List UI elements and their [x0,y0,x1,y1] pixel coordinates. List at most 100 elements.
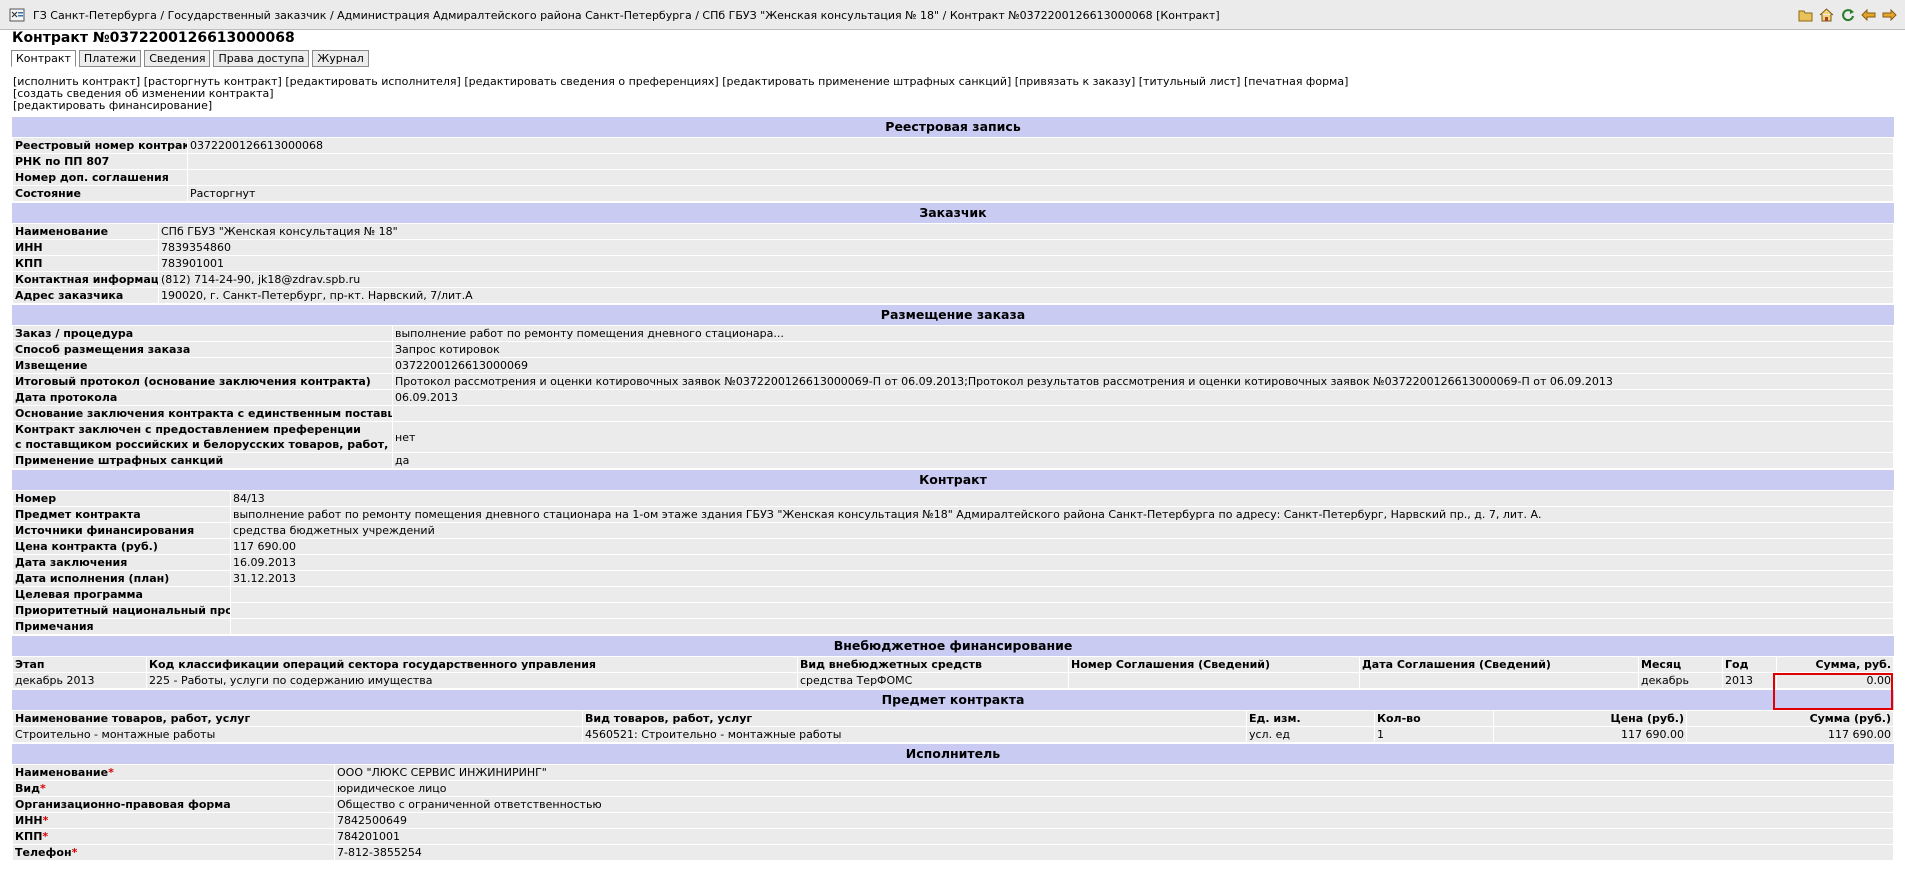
customer-contact-value: (812) 714-24-90, jk18@zdrav.spb.ru [158,271,1894,288]
customer-table: Наименование СПб ГБУЗ "Женская консультац… [12,223,1894,304]
stage-cell: декабрь 2013 [12,672,147,689]
field-label: Состояние [12,185,188,202]
executor-type-value: юридическое лицо [334,780,1894,797]
field-label: Извещение [12,357,393,374]
table-row: Дата протокола 06.09.2013 [12,389,1894,406]
required-mark: * [42,814,49,827]
column-header: Код классификации операций сектора госуд… [146,656,798,673]
tab-info[interactable]: Сведения [144,50,211,67]
column-header: Сумма (руб.) [1686,710,1894,727]
field-label: Контракт заключен с предоставлением преф… [12,421,393,453]
column-header: Вид товаров, работ, услуг [582,710,1247,727]
table-row: ИНН* 7842500649 [12,812,1894,829]
field-label: Дата заключения [12,554,231,571]
executor-name-label: Наименование [15,766,109,779]
target-program-value [230,586,1894,603]
toolbar [1796,6,1899,24]
customer-kpp-value: 783901001 [158,255,1894,272]
field-label: Реестровый номер контракта [12,137,188,154]
column-header: Номер Соглашения (Сведений) [1068,656,1360,673]
single-supplier-basis-value [392,405,1894,422]
field-label: РНК по ПП 807 [12,153,188,170]
tab-access-rights[interactable]: Права доступа [213,50,310,67]
link-to-order-link[interactable]: [привязать к заказу] [1015,75,1135,88]
field-label: Источники финансирования [12,522,231,539]
table-row: Контактная информация (812) 714-24-90, jk… [12,271,1894,288]
field-label: Основание заключения контракта с единств… [12,405,393,422]
field-label: Номер доп. соглашения [12,169,188,186]
table-row: Примечания [12,618,1894,635]
table-row: Применение штрафных санкций да [12,452,1894,469]
table-row: Целевая программа [12,586,1894,603]
field-label: Целевая программа [12,586,231,603]
back-icon[interactable] [1859,6,1878,24]
unit-cell: усл. ед [1246,726,1375,743]
notes-value [230,618,1894,635]
table-row: Строительно - монтажные работы 4560521: … [12,726,1894,743]
table-row: Телефон* 7-812-3855254 [12,844,1894,861]
section-placement-header: Размещение заказа [12,304,1894,325]
column-header: Дата Соглашения (Сведений) [1359,656,1639,673]
tab-payments[interactable]: Платежи [78,50,142,67]
table-row: Итоговый протокол (основание заключения … [12,373,1894,390]
edit-executor-link[interactable]: [редактировать исполнителя] [285,75,461,88]
executor-inn-label: ИНН [15,814,43,827]
placement-method-value: Запрос котировок [392,341,1894,358]
tab-journal[interactable]: Журнал [312,50,369,67]
notice-value: 0372200126613000069 [392,357,1894,374]
print-form-link[interactable]: [печатная форма] [1244,75,1348,88]
table-row: декабрь 2013 225 - Работы, услуги по сод… [12,672,1894,689]
title-bar: ГЗ Санкт-Петербурга / Государственный за… [0,0,1905,30]
year-cell: 2013 [1722,672,1777,689]
executor-kpp-value: 784201001 [334,828,1894,845]
executor-table: Наименование* ООО "ЛЮКС СЕРВИС ИНЖИНИРИНГ… [12,764,1894,861]
price-cell: 117 690.00 [1493,726,1687,743]
folder-icon[interactable] [1796,6,1815,24]
action-links: [исполнить контракт] [расторгнуть контра… [13,76,1348,112]
field-label: Приоритетный национальный проект [12,602,231,619]
executor-phone-label: Телефон [15,846,72,859]
customer-inn-value: 7839354860 [158,239,1894,256]
placement-table: Заказ / процедура выполнение работ по рем… [12,325,1894,469]
field-label: Организационно-правовая форма [12,796,335,813]
table-row: Номер доп. соглашения [12,169,1894,186]
executor-kpp-label: КПП [15,830,43,843]
contract-table: Номер 84/13 Предмет контракта выполнение р… [12,490,1894,635]
home-icon[interactable] [1817,6,1836,24]
field-label: Контактная информация [12,271,159,288]
table-row: Контракт заключен с предоставлением преф… [12,421,1894,453]
national-project-value [230,602,1894,619]
field-label: Заказ / процедура [12,325,393,342]
tab-contract[interactable]: Контракт [11,50,76,67]
title-page-link[interactable]: [титульный лист] [1139,75,1241,88]
field-label: ИНН* [12,812,335,829]
column-header: Этап [12,656,147,673]
executor-phone-value: 7-812-3855254 [334,844,1894,861]
edit-preferences-link[interactable]: [редактировать сведения о преференциях] [464,75,718,88]
offbudget-table: Этап Код классификации операций сектора … [12,656,1894,689]
column-header: Месяц [1638,656,1723,673]
section-executor-header: Исполнитель [12,743,1894,764]
table-row: Дата исполнения (план) 31.12.2013 [12,570,1894,587]
field-label: Номер [12,490,231,507]
customer-address-value: 190020, г. Санкт-Петербург, пр-кт. Нарвс… [158,287,1894,304]
field-label: Дата протокола [12,389,393,406]
preference-label-line-2: с поставщиком российских и белорусских т… [15,438,393,451]
rnk-value [187,153,1894,170]
edit-financing-link[interactable]: [редактировать финансирование] [13,99,212,112]
refresh-icon[interactable] [1838,6,1857,24]
column-header: Наименование товаров, работ, услуг [12,710,583,727]
contract-number-value: 84/13 [230,490,1894,507]
app-icon [9,8,25,22]
forward-icon[interactable] [1880,6,1899,24]
table-row: Заказ / процедура выполнение работ по рем… [12,325,1894,342]
edit-penalties-link[interactable]: [редактировать применение штрафных санкц… [722,75,1011,88]
table-row: Номер 84/13 [12,490,1894,507]
protocol-date-value: 06.09.2013 [392,389,1894,406]
table-row: Основание заключения контракта с единств… [12,405,1894,422]
column-header: Кол-во [1374,710,1494,727]
field-label: КПП [12,255,159,272]
required-mark: * [39,782,46,795]
field-label: КПП* [12,828,335,845]
agreement-number-cell [1068,672,1360,689]
